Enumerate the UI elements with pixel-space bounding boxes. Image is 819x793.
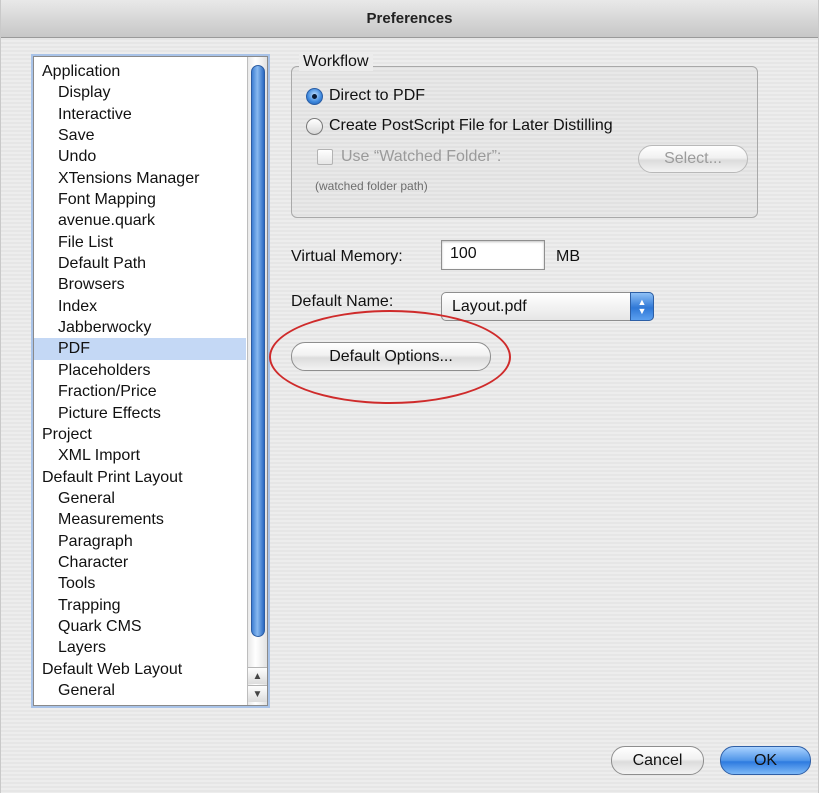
sidebar-item-display[interactable]: Display — [34, 82, 246, 103]
default-options-button[interactable]: Default Options... — [291, 342, 491, 371]
sidebar-item-xml-import[interactable]: XML Import — [34, 445, 246, 466]
default-name-popup[interactable]: Layout.pdf ▲ ▼ — [441, 292, 654, 321]
scroll-up-icon[interactable]: ▲ — [248, 667, 267, 684]
workflow-group-title: Workflow — [299, 53, 373, 71]
radio-direct-to-pdf[interactable]: Direct to PDF — [306, 87, 425, 105]
virtual-memory-label: Virtual Memory: — [291, 248, 403, 265]
virtual-memory-input[interactable]: 100 — [441, 240, 545, 270]
sidebar-item-avenue-quark[interactable]: avenue.quark — [34, 210, 246, 231]
radio-create-postscript[interactable]: Create PostScript File for Later Distill… — [306, 117, 613, 135]
sidebar-item-trapping[interactable]: Trapping — [34, 595, 246, 616]
watched-folder-path: (watched folder path) — [315, 179, 428, 193]
sidebar-item-jabberwocky[interactable]: Jabberwocky — [34, 317, 246, 338]
sidebar-item-project[interactable]: Project — [34, 424, 246, 445]
sidebar-item-interactive[interactable]: Interactive — [34, 104, 246, 125]
radio-unselected-icon[interactable] — [306, 117, 323, 135]
sidebar-item-tools[interactable]: Tools — [34, 573, 246, 594]
default-name-value: Layout.pdf — [452, 298, 527, 315]
window-title: Preferences — [366, 10, 453, 27]
scroll-down-icon[interactable]: ▼ — [248, 685, 267, 702]
radio-postscript-label: Create PostScript File for Later Distill… — [329, 117, 613, 134]
watched-folder-checkbox[interactable] — [317, 149, 333, 165]
sidebar-item-character[interactable]: Character — [34, 552, 246, 573]
sidebar-item-xtensions-manager[interactable]: XTensions Manager — [34, 168, 246, 189]
watched-folder-label: Use “Watched Folder”: — [341, 148, 502, 165]
virtual-memory-unit: MB — [556, 248, 580, 265]
sidebar-item-quark-cms[interactable]: Quark CMS — [34, 616, 246, 637]
sidebar-item-save[interactable]: Save — [34, 125, 246, 146]
list-scrollbar[interactable]: ▲ ▼ — [247, 57, 267, 705]
default-name-label: Default Name: — [291, 293, 394, 310]
sidebar-item-default-print-layout[interactable]: Default Print Layout — [34, 467, 246, 488]
radio-selected-icon[interactable] — [306, 87, 323, 105]
ok-button[interactable]: OK — [720, 746, 811, 775]
sidebar-item-default-web-layout[interactable]: Default Web Layout — [34, 659, 246, 680]
preferences-category-list[interactable]: Application Display Interactive Save Undo XTe… — [33, 56, 268, 706]
sidebar-item-undo[interactable]: Undo — [34, 146, 246, 167]
sidebar-item-browsers[interactable]: Browsers — [34, 274, 246, 295]
sidebar-item-paragraph[interactable]: Paragraph — [34, 531, 246, 552]
sidebar-item-general[interactable]: General — [34, 488, 246, 509]
sidebar-item-placeholders[interactable]: Placeholders — [34, 360, 246, 381]
cancel-button[interactable]: Cancel — [611, 746, 704, 775]
sidebar-item-default-path[interactable]: Default Path — [34, 253, 246, 274]
sidebar-item-general[interactable]: General — [34, 680, 246, 701]
sidebar-item-index[interactable]: Index — [34, 296, 246, 317]
watched-folder-checkbox-row[interactable]: Use “Watched Folder”: — [317, 148, 501, 166]
sidebar-item-pdf[interactable]: PDF — [34, 338, 246, 360]
scrollbar-thumb[interactable] — [251, 65, 265, 637]
title-bar: Preferences — [1, 0, 818, 38]
sidebar-item-fraction-price[interactable]: Fraction/Price — [34, 381, 246, 402]
preferences-window: Preferences Application Display Interactiv… — [0, 0, 819, 793]
category-list-items: Application Display Interactive Save Undo XTe… — [34, 61, 246, 701]
select-folder-button[interactable]: Select... — [638, 145, 748, 173]
popup-arrows-icon: ▲ ▼ — [630, 292, 654, 321]
sidebar-item-file-list[interactable]: File List — [34, 232, 246, 253]
sidebar-item-application[interactable]: Application — [34, 61, 246, 82]
radio-direct-label: Direct to PDF — [329, 87, 426, 104]
sidebar-item-picture-effects[interactable]: Picture Effects — [34, 403, 246, 424]
sidebar-item-measurements[interactable]: Measurements — [34, 509, 246, 530]
sidebar-item-layers[interactable]: Layers — [34, 637, 246, 658]
sidebar-item-font-mapping[interactable]: Font Mapping — [34, 189, 246, 210]
